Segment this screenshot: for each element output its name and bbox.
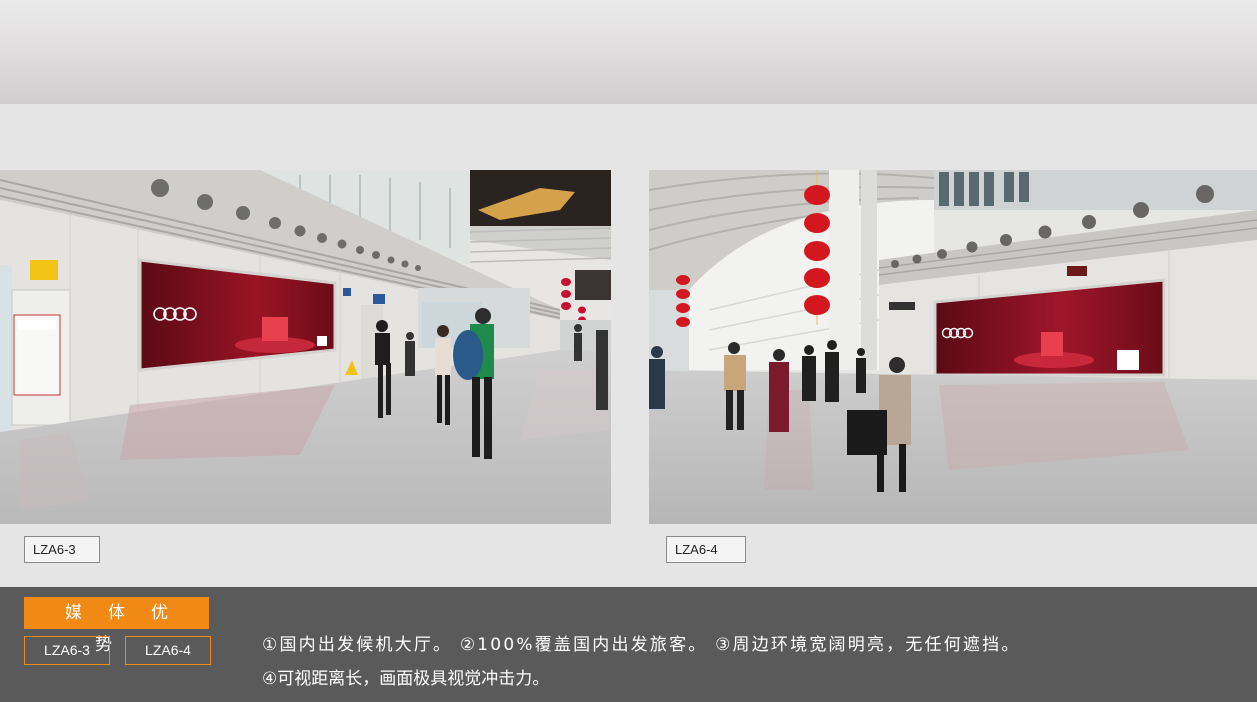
advantage-code-tag: LZA6-3 bbox=[24, 636, 110, 665]
photo-code-label: LZA6-3 bbox=[24, 536, 100, 563]
header-band bbox=[0, 0, 1257, 104]
advantages-text-line: ①国内出发候机大厅。 ②100%覆盖国内出发旅客。 ③周边环境宽阔明亮，无任何遮… bbox=[262, 635, 1021, 655]
advantage-code-tag: LZA6-4 bbox=[125, 636, 211, 665]
advantages-text-line: ④可视距离长，画面极具视觉冲击力。 bbox=[262, 669, 550, 689]
photo-code-label: LZA6-4 bbox=[666, 536, 746, 563]
photo-lza6-4 bbox=[649, 170, 1257, 524]
advantages-title: 媒体优势 bbox=[24, 597, 209, 655]
photo-lza6-3 bbox=[0, 170, 611, 524]
